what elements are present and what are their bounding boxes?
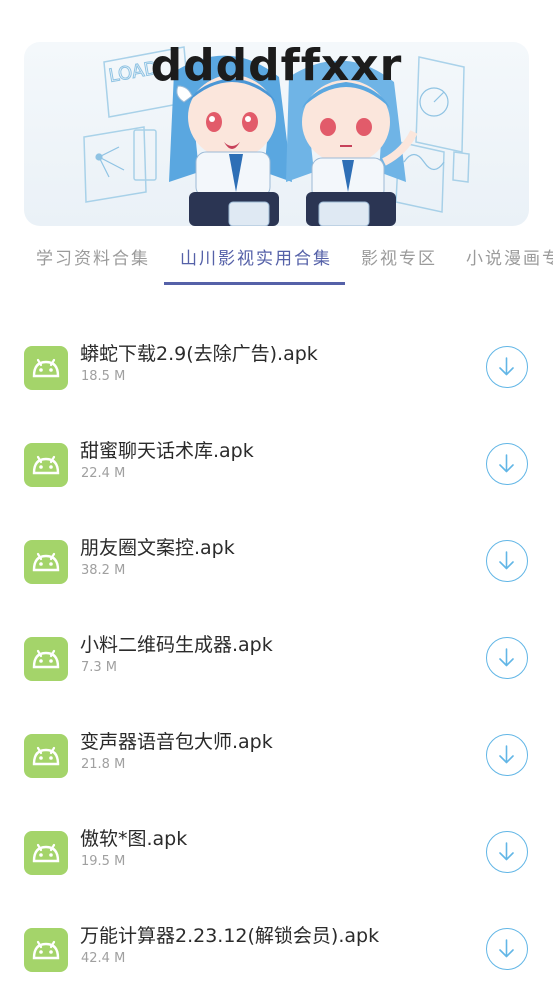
download-button[interactable] — [486, 734, 528, 776]
download-icon — [499, 939, 514, 958]
list-item[interactable]: 万能计算器2.23.12(解锁会员).apk 42.4 M — [0, 925, 553, 984]
file-name: 傲软*图.apk — [80, 828, 188, 850]
file-name: 万能计算器2.23.12(解锁会员).apk — [80, 925, 380, 947]
file-size: 38.2 M — [81, 563, 126, 578]
android-icon — [24, 637, 68, 681]
android-icon — [24, 831, 68, 875]
android-icon — [24, 734, 68, 778]
tab-video-zone[interactable]: 影视专区 — [361, 244, 437, 269]
active-tab-indicator — [164, 282, 345, 285]
tab-novel-comics[interactable]: 小说漫画专 — [466, 244, 553, 269]
list-item[interactable]: 变声器语音包大师.apk 21.8 M — [0, 731, 553, 831]
list-item[interactable]: 甜蜜聊天话术库.apk 22.4 M — [0, 440, 553, 540]
file-size: 7.3 M — [81, 660, 118, 675]
tab-study-materials[interactable]: 学习资料合集 — [36, 244, 150, 269]
file-size: 19.5 M — [81, 854, 126, 869]
file-size: 42.4 M — [81, 951, 126, 966]
download-button[interactable] — [486, 540, 528, 582]
download-button[interactable] — [486, 928, 528, 970]
android-icon — [24, 928, 68, 972]
list-item[interactable]: 傲软*图.apk 19.5 M — [0, 828, 553, 928]
file-size: 22.4 M — [81, 466, 126, 481]
download-icon — [499, 551, 514, 570]
category-tabs: 学习资料合集 山川影视实用合集 影视专区 小说漫画专 — [0, 236, 553, 286]
download-icon — [499, 745, 514, 764]
download-icon — [499, 648, 514, 667]
file-name: 朋友圈文案控.apk — [80, 537, 235, 559]
file-name: 蟒蛇下载2.9(去除广告).apk — [80, 343, 318, 365]
file-name: 甜蜜聊天话术库.apk — [80, 440, 254, 462]
list-item[interactable]: 小料二维码生成器.apk 7.3 M — [0, 634, 553, 734]
android-icon — [24, 540, 68, 584]
download-button[interactable] — [486, 831, 528, 873]
download-button[interactable] — [486, 637, 528, 679]
file-size: 18.5 M — [81, 369, 126, 384]
file-size: 21.8 M — [81, 757, 126, 772]
download-icon — [499, 357, 514, 376]
android-icon — [24, 346, 68, 390]
download-icon — [499, 454, 514, 473]
banner[interactable]: LOAD ddddffxxr — [24, 42, 529, 226]
app-screen: LOAD ddddffxxr 学习资料合集 山川影视实用合集 影视专区 小说漫画… — [0, 0, 553, 984]
tab-shanchuan-video-tools[interactable]: 山川影视实用合集 — [180, 244, 332, 269]
android-icon — [24, 443, 68, 487]
file-name: 变声器语音包大师.apk — [80, 731, 273, 753]
download-button[interactable] — [486, 346, 528, 388]
download-button[interactable] — [486, 443, 528, 485]
list-item[interactable]: 蟒蛇下载2.9(去除广告).apk 18.5 M — [0, 343, 553, 443]
list-item[interactable]: 朋友圈文案控.apk 38.2 M — [0, 537, 553, 637]
banner-title: ddddffxxr — [150, 42, 403, 91]
file-name: 小料二维码生成器.apk — [80, 634, 273, 656]
download-icon — [499, 842, 514, 861]
